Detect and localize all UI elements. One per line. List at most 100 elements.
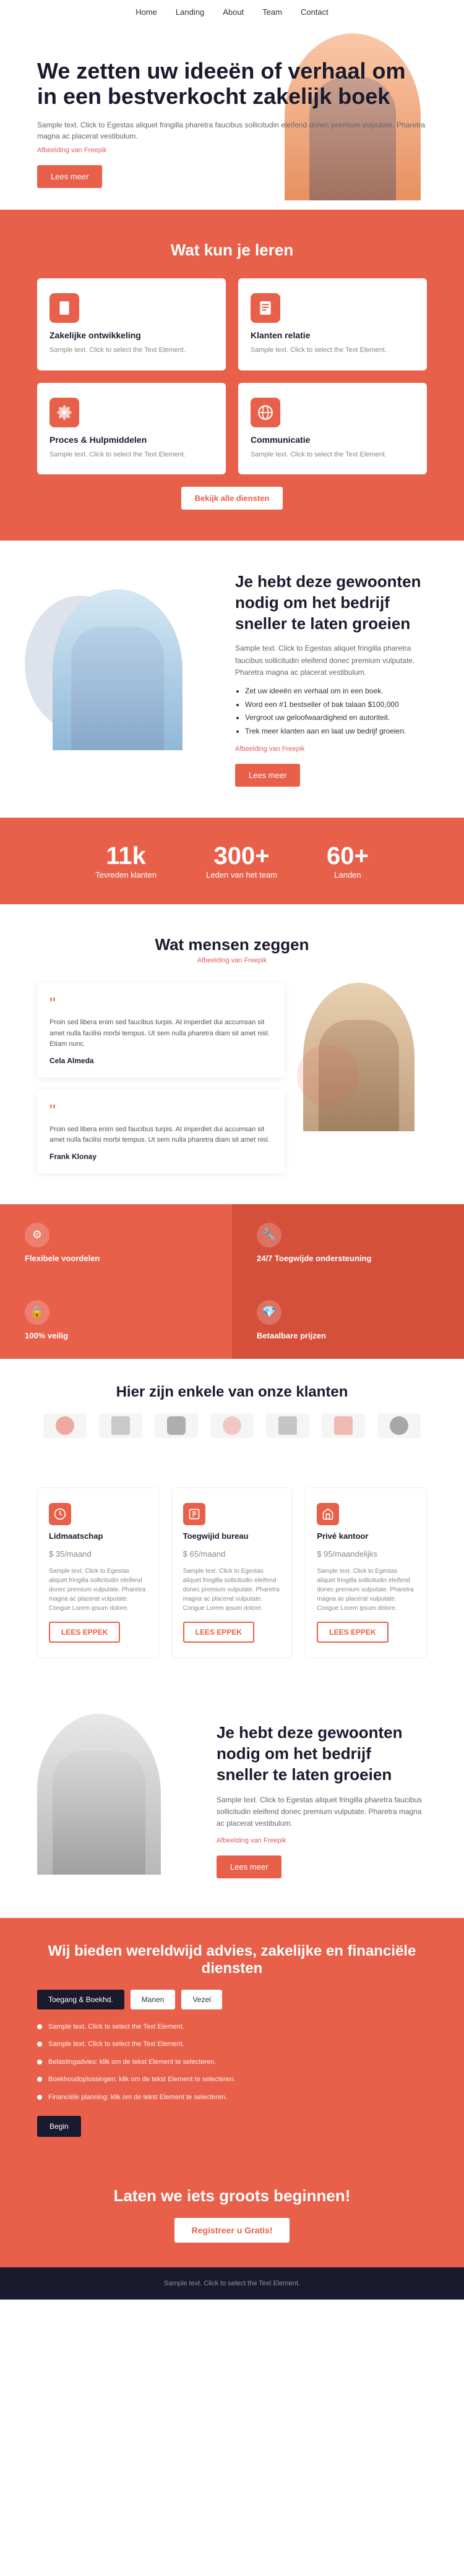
testimonials-row: " Proin sed libera enim sed faucibus tur… — [37, 983, 427, 1173]
feature-2: 🔧 24/7 Toegwijde ondersteuning — [232, 1204, 464, 1282]
learn-title: Wat kun je leren — [37, 241, 427, 260]
card-4-text: Sample text. Click to select the Text El… — [251, 450, 415, 460]
client-logo-5 — [266, 1413, 309, 1438]
feature-3-icon: 🔒 — [25, 1300, 49, 1325]
stat-1: 11k Tevreden klanten — [95, 842, 157, 879]
nav-contact[interactable]: Contact — [301, 7, 329, 17]
services-content: Sample text. Click to select the Text El… — [37, 2022, 427, 2137]
services-section: Wij bieden wereldwijd advies, zakelijke … — [0, 1918, 464, 2162]
testimonial-1: " Proin sed libera enim sed faucibus tur… — [37, 983, 285, 1077]
plan-1-title: Lidmaatschap — [49, 1531, 147, 1541]
plan-1-button[interactable]: LEES EPPEK — [49, 1622, 120, 1643]
pricing-grid: Lidmaatschap $ 35/maand Sample text. Cli… — [37, 1487, 427, 1658]
stat-2-number: 300+ — [206, 842, 277, 870]
card-2-title: Klanten relatie — [251, 330, 415, 340]
pricing-icon-2 — [183, 1503, 205, 1525]
stat-3: 60+ Landen — [327, 842, 369, 879]
plan-3-description: Sample text. Click to Egestas aliquet fr… — [317, 1567, 415, 1613]
service-item-3: Belastingadvies: klik om de tekst Elemen… — [37, 2057, 427, 2068]
stat-2-label: Leden van het team — [206, 870, 277, 879]
card-3-title: Proces & Hulpmiddelen — [49, 435, 213, 445]
card-2: Klanten relatie Sample text. Click to se… — [238, 278, 427, 370]
pricing-icon-1 — [49, 1503, 71, 1525]
plan-2-price: $ 65/maand — [183, 1544, 281, 1560]
plan-2-button[interactable]: LEES EPPEK — [183, 1622, 254, 1643]
hero-title: We zetten uw ideeën of verhaal om in een… — [37, 58, 427, 109]
stat-3-label: Landen — [327, 870, 369, 879]
testimonials-image — [303, 983, 427, 1144]
service-text-5: Financiële planning: klik om de tekst El… — [48, 2092, 227, 2103]
services-tab-1[interactable]: Toegang & Boekhd. — [37, 1990, 124, 2009]
about-list: Zet uw ideeën en verhaal om in een boek.… — [245, 685, 427, 738]
feature-2-icon: 🔧 — [257, 1223, 281, 1247]
about-title: Je hebt deze gewoonten nodig om het bedr… — [235, 571, 427, 634]
testimonial-2-text: Proin sed libera enim sed faucibus turpi… — [49, 1124, 272, 1146]
card-2-icon — [251, 293, 280, 323]
plan-3-title: Privé kantoor — [317, 1531, 415, 1541]
service-dot-4 — [37, 2077, 42, 2082]
clients-title: Hier zijn enkele van onze klanten — [37, 1384, 427, 1401]
card-4-title: Communicatie — [251, 435, 415, 445]
plan-3-button[interactable]: LEES EPPEK — [317, 1622, 388, 1643]
clients-logos — [37, 1413, 427, 1438]
plan-1-description: Sample text. Click to Egestas aliquet fr… — [49, 1567, 147, 1613]
card-1-text: Sample text. Click to select the Text El… — [49, 345, 213, 356]
testimonials-section: Wat mensen zeggen Afbeelding van Freepik… — [0, 904, 464, 1204]
about-cta-button[interactable]: Lees meer — [235, 764, 300, 787]
hero-content: We zetten uw ideeën of verhaal om in een… — [37, 58, 427, 188]
about2-title: Je hebt deze gewoonten nodig om het bedr… — [217, 1722, 427, 1785]
client-logo-3 — [155, 1413, 198, 1438]
plan-1-price: $ 35/maand — [49, 1544, 147, 1560]
hero-cta-button[interactable]: Lees meer — [37, 165, 102, 188]
service-dot-2 — [37, 2042, 42, 2047]
stat-1-number: 11k — [95, 842, 157, 870]
service-dot-1 — [37, 2024, 42, 2029]
services-tab-3[interactable]: Vezel — [181, 1990, 221, 2009]
service-text-1: Sample text. Click to select the Text El… — [48, 2022, 184, 2032]
about-list-item-3: Vergroot uw geloofwaardigheid en autorit… — [245, 711, 427, 725]
about2-section: Je hebt deze gewoonten nodig om het bedr… — [0, 1683, 464, 1918]
about-list-item-2: Word een #1 bestseller of bak talaan $10… — [245, 698, 427, 712]
card-3: Proces & Hulpmiddelen Sample text. Click… — [37, 383, 226, 475]
stat-1-label: Tevreden klanten — [95, 870, 157, 879]
stats-section: 11k Tevreden klanten 300+ Leden van het … — [0, 818, 464, 904]
service-text-4: Boekhoudoplossingen: klik om de tekst El… — [48, 2074, 236, 2085]
service-dot-3 — [37, 2060, 42, 2065]
testimonials-list: " Proin sed libera enim sed faucibus tur… — [37, 983, 285, 1173]
services-cta-button[interactable]: Begin — [37, 2116, 81, 2137]
services-tab-2[interactable]: Manen — [131, 1990, 176, 2009]
nav-about[interactable]: About — [223, 7, 244, 17]
feature-4-title: Betaalbare prijzen — [257, 1331, 326, 1340]
nav-landing[interactable]: Landing — [176, 7, 204, 17]
card-1-title: Zakelijke ontwikkeling — [49, 330, 213, 340]
about-list-item-4: Trek meer klanten aan en laat uw bedrijf… — [245, 725, 427, 738]
about-list-item-1: Zet uw ideeën en verhaal om in een boek. — [245, 685, 427, 698]
about-text: Je hebt deze gewoonten nodig om het bedr… — [235, 571, 427, 787]
about2-cta-button[interactable]: Lees meer — [217, 1855, 281, 1878]
feature-1: ⚙ Flexibele voordelen — [0, 1204, 232, 1282]
testimonial-1-text: Proin sed libera enim sed faucibus turpi… — [49, 1017, 272, 1050]
clients-section: Hier zijn enkele van onze klanten — [0, 1359, 464, 1463]
service-item-2: Sample text. Click to select the Text El… — [37, 2039, 427, 2050]
quote-icon-2: " — [49, 1102, 272, 1119]
testimonial-2: " Proin sed libera enim sed faucibus tur… — [37, 1090, 285, 1173]
pricing-section: Lidmaatschap $ 35/maand Sample text. Cli… — [0, 1463, 464, 1683]
card-1: Zakelijke ontwikkeling Sample text. Clic… — [37, 278, 226, 370]
plan-2-description: Sample text. Click to Egestas aliquet fr… — [183, 1567, 281, 1613]
about2-text: Je hebt deze gewoonten nodig om het bedr… — [217, 1722, 427, 1878]
learn-section: Wat kun je leren Zakelijke ontwikkeling … — [0, 210, 464, 541]
features-section: ⚙ Flexibele voordelen 🔧 24/7 Toegwijde o… — [0, 1204, 464, 1359]
card-2-text: Sample text. Click to select the Text El… — [251, 345, 415, 356]
quote-icon-1: " — [49, 995, 272, 1012]
nav-team[interactable]: Team — [262, 7, 282, 17]
cta-button[interactable]: Registreer u Gratis! — [174, 2218, 290, 2243]
feature-2-title: 24/7 Toegwijde ondersteuning — [257, 1254, 371, 1263]
feature-3: 🔒 100% veilig — [0, 1282, 232, 1359]
nav-home[interactable]: Home — [135, 7, 157, 17]
cards-grid: Zakelijke ontwikkeling Sample text. Clic… — [37, 278, 427, 474]
service-item-5: Financiële planning: klik om de tekst El… — [37, 2092, 427, 2103]
navigation: Home Landing About Team Contact — [0, 0, 464, 24]
learn-all-button[interactable]: Bekijk alle diensten — [181, 487, 283, 510]
about2-caption: Afbeelding van Freepik — [217, 1836, 427, 1847]
about-image — [37, 589, 210, 769]
